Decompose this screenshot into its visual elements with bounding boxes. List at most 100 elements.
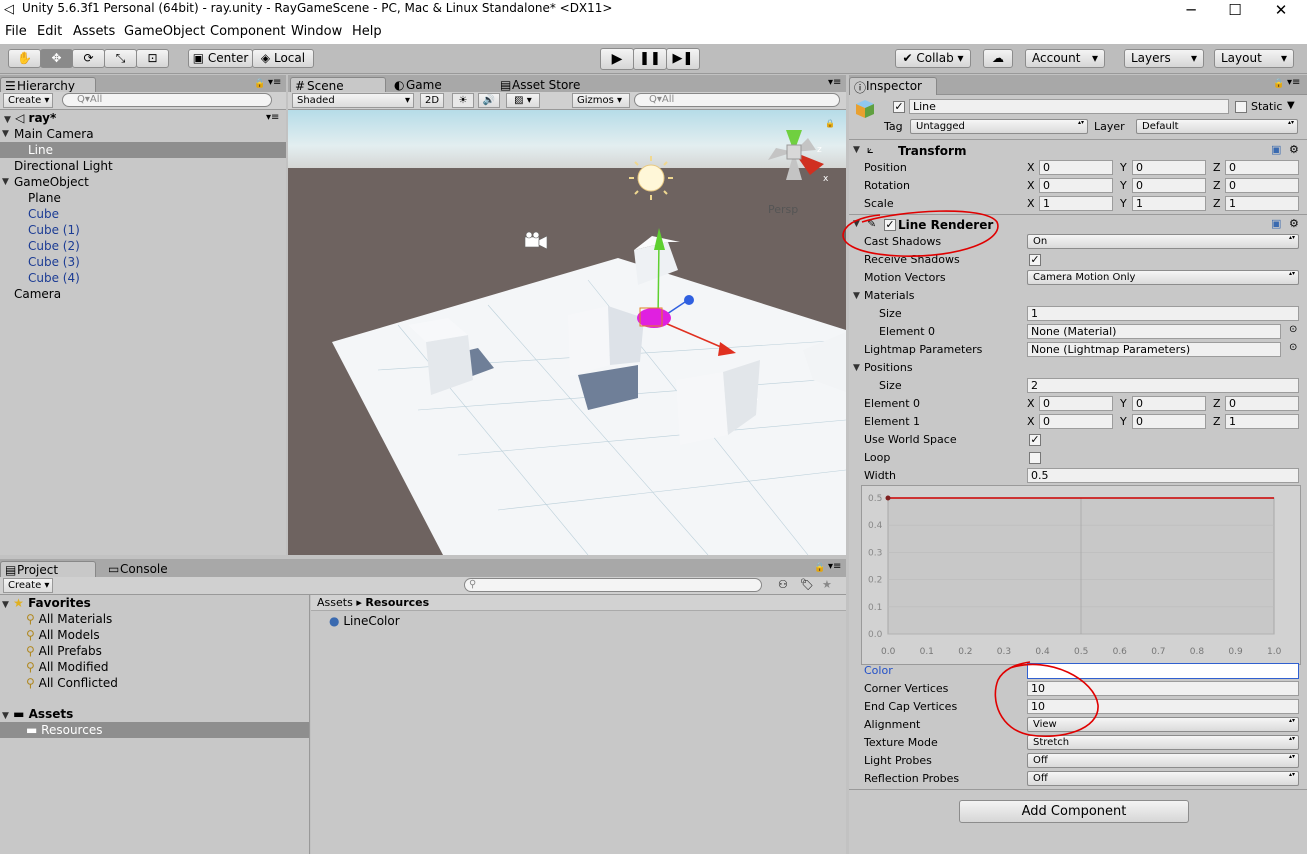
scale-tool-button[interactable]: ⤡ <box>104 49 137 68</box>
lock-icon[interactable]: 🔒 <box>1273 79 1284 89</box>
hierarchy-item[interactable]: ▼ GameObject <box>0 174 286 190</box>
help-book-icon[interactable]: ▣ <box>1271 143 1281 156</box>
menu-assets[interactable]: Assets <box>73 24 115 39</box>
static-checkbox[interactable] <box>1235 101 1247 113</box>
position-y-input[interactable]: 0 <box>1132 160 1206 175</box>
use-world-space-checkbox[interactable]: ✓ <box>1029 434 1041 446</box>
hierarchy-item[interactable]: ▼ Main Camera <box>0 126 286 142</box>
rotation-y-input[interactable]: 0 <box>1132 178 1206 193</box>
scene-menu-icon[interactable]: ▾≡ <box>266 110 279 126</box>
positions-size-input[interactable]: 2 <box>1027 378 1299 393</box>
pause-button[interactable]: ❚❚ <box>633 48 667 70</box>
scale-y-input[interactable]: 1 <box>1132 196 1206 211</box>
shading-mode-dropdown[interactable]: Shaded ▾ <box>292 93 414 108</box>
breadcrumb-resources[interactable]: Resources <box>365 596 429 609</box>
position-element0-x-input[interactable]: 0 <box>1039 396 1113 411</box>
menu-gameobject[interactable]: GameObject <box>124 24 205 39</box>
position-element0-z-input[interactable]: 0 <box>1225 396 1299 411</box>
lock-icon[interactable]: 🔒 <box>814 563 825 573</box>
cloud-button[interactable]: ☁ <box>983 49 1013 68</box>
menu-window[interactable]: Window <box>291 24 342 39</box>
end-cap-vertices-input[interactable]: 10 <box>1027 699 1299 714</box>
viewport-lock-icon[interactable]: 🔒 <box>825 119 835 128</box>
corner-vertices-input[interactable]: 10 <box>1027 681 1299 696</box>
layers-dropdown[interactable]: Layers ▾ <box>1124 49 1204 68</box>
transform-header[interactable]: ▼ ⟀ Transform ▣ ⚙ <box>853 143 1303 159</box>
layout-dropdown[interactable]: Layout ▾ <box>1214 49 1294 68</box>
menu-file[interactable]: File <box>5 24 27 39</box>
receive-shadows-checkbox[interactable]: ✓ <box>1029 254 1041 266</box>
rect-tool-button[interactable]: ⊡ <box>136 49 169 68</box>
menu-component[interactable]: Component <box>210 24 285 39</box>
pivot-center-button[interactable]: ▣ Center <box>188 49 253 68</box>
materials-label[interactable]: Materials <box>864 289 914 302</box>
hierarchy-item[interactable]: Cube (1) <box>0 222 286 238</box>
scene-viewport[interactable]: z x Persp 🔒 <box>288 110 846 555</box>
move-tool-button[interactable]: ✥ <box>40 49 73 68</box>
panel-menu-icon[interactable]: ▾≡ <box>1287 77 1300 88</box>
reflection-probes-dropdown[interactable]: Off <box>1027 771 1299 786</box>
favorite-item[interactable]: ⚲ All Prefabs <box>26 643 102 659</box>
pivot-local-button[interactable]: ◈ Local <box>252 49 314 68</box>
object-picker-icon[interactable]: ⊙ <box>1289 342 1297 353</box>
hierarchy-create-dropdown[interactable]: Create ▾ <box>3 93 53 108</box>
position-element1-y-input[interactable]: 0 <box>1132 414 1206 429</box>
favorite-star-icon[interactable]: ★ <box>822 578 832 591</box>
gear-icon[interactable]: ⚙ <box>1289 143 1299 156</box>
static-dropdown-icon[interactable]: ▼ <box>1287 100 1295 111</box>
add-component-button[interactable]: Add Component <box>959 800 1189 823</box>
favorite-item[interactable]: ⚲ All Materials <box>26 611 112 627</box>
scene-search-input[interactable]: Q▾All <box>634 93 840 107</box>
toggle-2d-button[interactable]: 2D <box>420 93 444 108</box>
scene-root-row[interactable]: ▼ ◁ ray* ▾≡ <box>4 110 284 126</box>
menu-edit[interactable]: Edit <box>37 24 62 39</box>
persp-label[interactable]: Persp <box>768 203 798 216</box>
breadcrumb-assets[interactable]: Assets <box>317 596 353 609</box>
active-checkbox[interactable]: ✓ <box>893 101 905 113</box>
rotation-z-input[interactable]: 0 <box>1225 178 1299 193</box>
hand-tool-button[interactable]: ✋ <box>8 49 41 68</box>
panel-menu-icon[interactable]: ▾≡ <box>828 561 841 572</box>
favorite-item[interactable]: ⚲ All Conflicted <box>26 675 118 691</box>
width-curve-editor[interactable]: 0.0 0.1 0.2 0.3 0.4 0.5 0.0 0.1 0.2 0.3 0.4 0.5 0.6 0… <box>861 485 1301 665</box>
resources-folder-row[interactable]: ▬ Resources <box>0 722 309 738</box>
scale-x-input[interactable]: 1 <box>1039 196 1113 211</box>
gameobject-name-input[interactable]: Line <box>909 99 1229 114</box>
filter-type-icon[interactable]: ⚇ <box>778 578 788 591</box>
asset-item[interactable]: ● LineColor <box>329 613 400 629</box>
expand-open-icon[interactable]: ▼ <box>2 126 9 142</box>
tab-inspector[interactable]: ⓘ Inspector <box>849 77 937 95</box>
position-x-input[interactable]: 0 <box>1039 160 1113 175</box>
texture-mode-dropdown[interactable]: Stretch <box>1027 735 1299 750</box>
favorite-item[interactable]: ⚲ All Modified <box>26 659 109 675</box>
hierarchy-item[interactable]: Directional Light <box>0 158 286 174</box>
collab-dropdown[interactable]: ✔ Collab ▾ <box>895 49 971 68</box>
position-element1-x-input[interactable]: 0 <box>1039 414 1113 429</box>
z-axis-cone[interactable] <box>684 295 694 305</box>
line-renderer-header[interactable]: ▼ ✎ ✓ Line Renderer ▣ ⚙ <box>853 217 1303 233</box>
assets-row[interactable]: ▼ ▬ Assets <box>2 706 73 722</box>
cast-shadows-dropdown[interactable]: On <box>1027 234 1299 249</box>
project-create-dropdown[interactable]: Create ▾ <box>3 578 53 593</box>
hierarchy-item[interactable]: Line <box>0 142 286 158</box>
panel-menu-icon[interactable]: ▾≡ <box>828 77 841 88</box>
rotation-x-input[interactable]: 0 <box>1039 178 1113 193</box>
help-book-icon[interactable]: ▣ <box>1271 217 1281 230</box>
lock-icon[interactable]: 🔒 <box>254 79 265 89</box>
effects-dropdown[interactable]: ▨ ▾ <box>506 93 540 108</box>
loop-checkbox[interactable] <box>1029 452 1041 464</box>
hierarchy-item[interactable]: Cube (2) <box>0 238 286 254</box>
play-button[interactable]: ▶ <box>600 48 634 70</box>
layer-dropdown[interactable]: Default <box>1136 119 1298 134</box>
gameobject-cube-icon[interactable] <box>855 99 875 119</box>
positions-label[interactable]: Positions <box>864 361 913 374</box>
hierarchy-item[interactable]: Cube (4) <box>0 270 286 286</box>
gizmos-dropdown[interactable]: Gizmos ▾ <box>572 93 630 108</box>
expand-open-icon[interactable]: ▼ <box>853 291 860 301</box>
hierarchy-item[interactable]: Cube <box>0 206 286 222</box>
expand-open-icon[interactable]: ▼ <box>853 363 860 373</box>
panel-menu-icon[interactable]: ▾≡ <box>268 77 281 88</box>
materials-size-input[interactable]: 1 <box>1027 306 1299 321</box>
light-probes-dropdown[interactable]: Off <box>1027 753 1299 768</box>
minimize-button[interactable]: ─ <box>1168 0 1214 22</box>
